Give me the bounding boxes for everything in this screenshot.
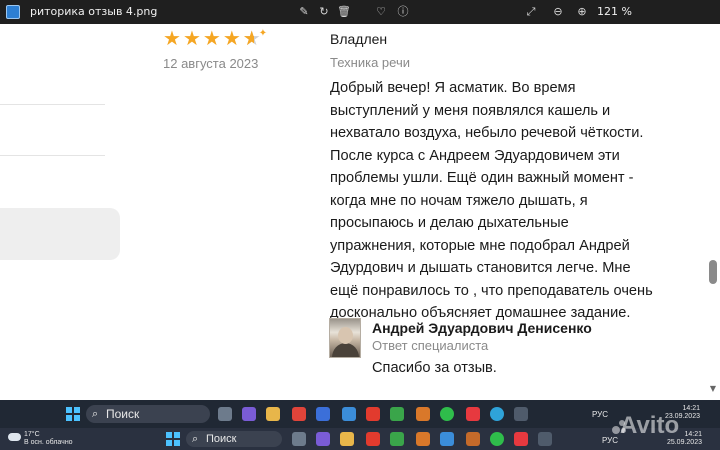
- review-line: выступлений у меня появлялся кашель и: [330, 102, 611, 119]
- star-icon: ★: [222, 26, 241, 50]
- task-view-icon[interactable]: [218, 407, 232, 421]
- photos-icon[interactable]: [538, 432, 552, 446]
- weather-desc: В осн. облачно: [24, 439, 73, 446]
- expert-role: Ответ специалиста: [372, 338, 489, 353]
- file-title: риторика отзыв 4.png: [30, 5, 158, 18]
- divider: [0, 104, 105, 105]
- rating-stars: ★ ★ ★ ★ ★ ★ ✦: [163, 28, 267, 48]
- explorer-icon[interactable]: [340, 432, 354, 446]
- divider: [0, 155, 105, 156]
- task-view-icon[interactable]: [292, 432, 306, 446]
- search-icon: ⌕: [92, 408, 99, 420]
- search-label: Поиск: [206, 433, 237, 445]
- zoom-in-icon[interactable]: ⊕: [574, 4, 590, 20]
- whatsapp-icon[interactable]: [440, 407, 454, 421]
- app-icon[interactable]: [390, 432, 404, 446]
- review-page: ★ ★ ★ ★ ★ ★ ✦ 12 августа 2023 Владлен Техника …: [0, 24, 720, 400]
- whatsapp-icon[interactable]: [490, 432, 504, 446]
- zoom-level: 121 %: [597, 5, 632, 18]
- language-indicator[interactable]: РУС: [602, 436, 618, 445]
- yandex-browser-icon[interactable]: [514, 432, 528, 446]
- weather-widget[interactable]: 17°C В осн. облачно: [24, 431, 73, 447]
- windows-start-icon[interactable]: [66, 407, 80, 421]
- favorite-icon[interactable]: ♡: [373, 4, 389, 20]
- teams-icon[interactable]: [242, 407, 256, 421]
- delete-icon[interactable]: 🗑: [336, 4, 352, 20]
- review-text: Добрый вечер! Я асматик. Во время выступ…: [330, 77, 675, 325]
- app-icon[interactable]: [466, 432, 480, 446]
- expert-name: Андрей Эдуардович Денисенко: [372, 320, 592, 336]
- app-icon[interactable]: [440, 432, 454, 446]
- info-icon[interactable]: ⓘ: [395, 4, 411, 20]
- scroll-down-icon[interactable]: ▼: [708, 384, 718, 393]
- cloud-icon: [8, 433, 21, 441]
- language-indicator[interactable]: РУС: [592, 410, 608, 419]
- review-line: просыпаюсь и делаю дыхательные: [330, 215, 569, 231]
- fullscreen-icon[interactable]: ⤢: [523, 4, 539, 20]
- yandex-browser-icon[interactable]: [466, 407, 480, 421]
- review-line: Добрый вечер! Я асматик. Во время: [330, 80, 576, 96]
- photos-icon[interactable]: [514, 407, 528, 421]
- review-category: Техника речи: [330, 55, 410, 70]
- edit-icon[interactable]: ✎: [296, 4, 312, 20]
- side-card[interactable]: [0, 208, 120, 260]
- edge-icon[interactable]: [490, 407, 504, 421]
- yandex-icon[interactable]: [366, 432, 380, 446]
- zoom-out-icon[interactable]: ⊖: [550, 4, 566, 20]
- weather-temp: 17°C: [24, 431, 40, 438]
- calculator-icon[interactable]: [342, 407, 356, 421]
- star-icon: ★: [163, 26, 181, 50]
- review-date: 12 августа 2023: [163, 56, 259, 71]
- review-author: Владлен: [330, 31, 388, 47]
- app-icon[interactable]: [416, 407, 430, 421]
- photos-app-icon: [6, 5, 20, 19]
- review-line: когда мне по ночам тяжело дышать, я: [330, 192, 588, 209]
- scrollbar-thumb[interactable]: [709, 260, 717, 284]
- star-icon: ★: [202, 26, 221, 50]
- review-line: Эдурдович и дышать становится легче. Мне: [330, 260, 631, 276]
- clock-date: 25.09.2023: [666, 439, 702, 446]
- app-icon[interactable]: [416, 432, 430, 446]
- taskbar-search[interactable]: ⌕ Поиск: [186, 431, 282, 447]
- review-line: проблемы ушли. Ещё один важный момент -: [330, 170, 634, 186]
- app-icon[interactable]: [390, 407, 404, 421]
- expert-avatar: [329, 318, 361, 358]
- review-line: упражнения, которые мне подобрал Андрей: [330, 237, 630, 254]
- review-line: ещё понравилось то , что преподаватель о…: [330, 282, 653, 299]
- expert-reply: Спасибо за отзыв.: [372, 360, 497, 376]
- search-label: Поиск: [106, 407, 140, 421]
- watermark: Avito: [620, 412, 680, 439]
- rotate-icon[interactable]: ↻: [316, 4, 332, 20]
- app-icon[interactable]: [292, 407, 306, 421]
- search-icon: ⌕: [192, 433, 199, 445]
- star-icon: ★: [182, 26, 201, 50]
- explorer-icon[interactable]: [266, 407, 280, 421]
- store-icon[interactable]: [316, 407, 330, 421]
- taskbar-search[interactable]: ⌕ Поиск: [86, 405, 210, 423]
- review-line: нехватало воздуха, небыло речевой чёткос…: [330, 125, 644, 141]
- teams-icon[interactable]: [316, 432, 330, 446]
- half-star-icon: ★ ★: [242, 26, 261, 50]
- yandex-icon[interactable]: [366, 407, 380, 421]
- windows-start-icon[interactable]: [166, 432, 180, 446]
- review-line: После курса с Андреем Эдуардовичем эти: [330, 147, 620, 164]
- viewer-titlebar: риторика отзыв 4.png ✎ ↻ 🗑 ♡ ⓘ ⤢ ⊖ ⊕ 121…: [0, 0, 720, 24]
